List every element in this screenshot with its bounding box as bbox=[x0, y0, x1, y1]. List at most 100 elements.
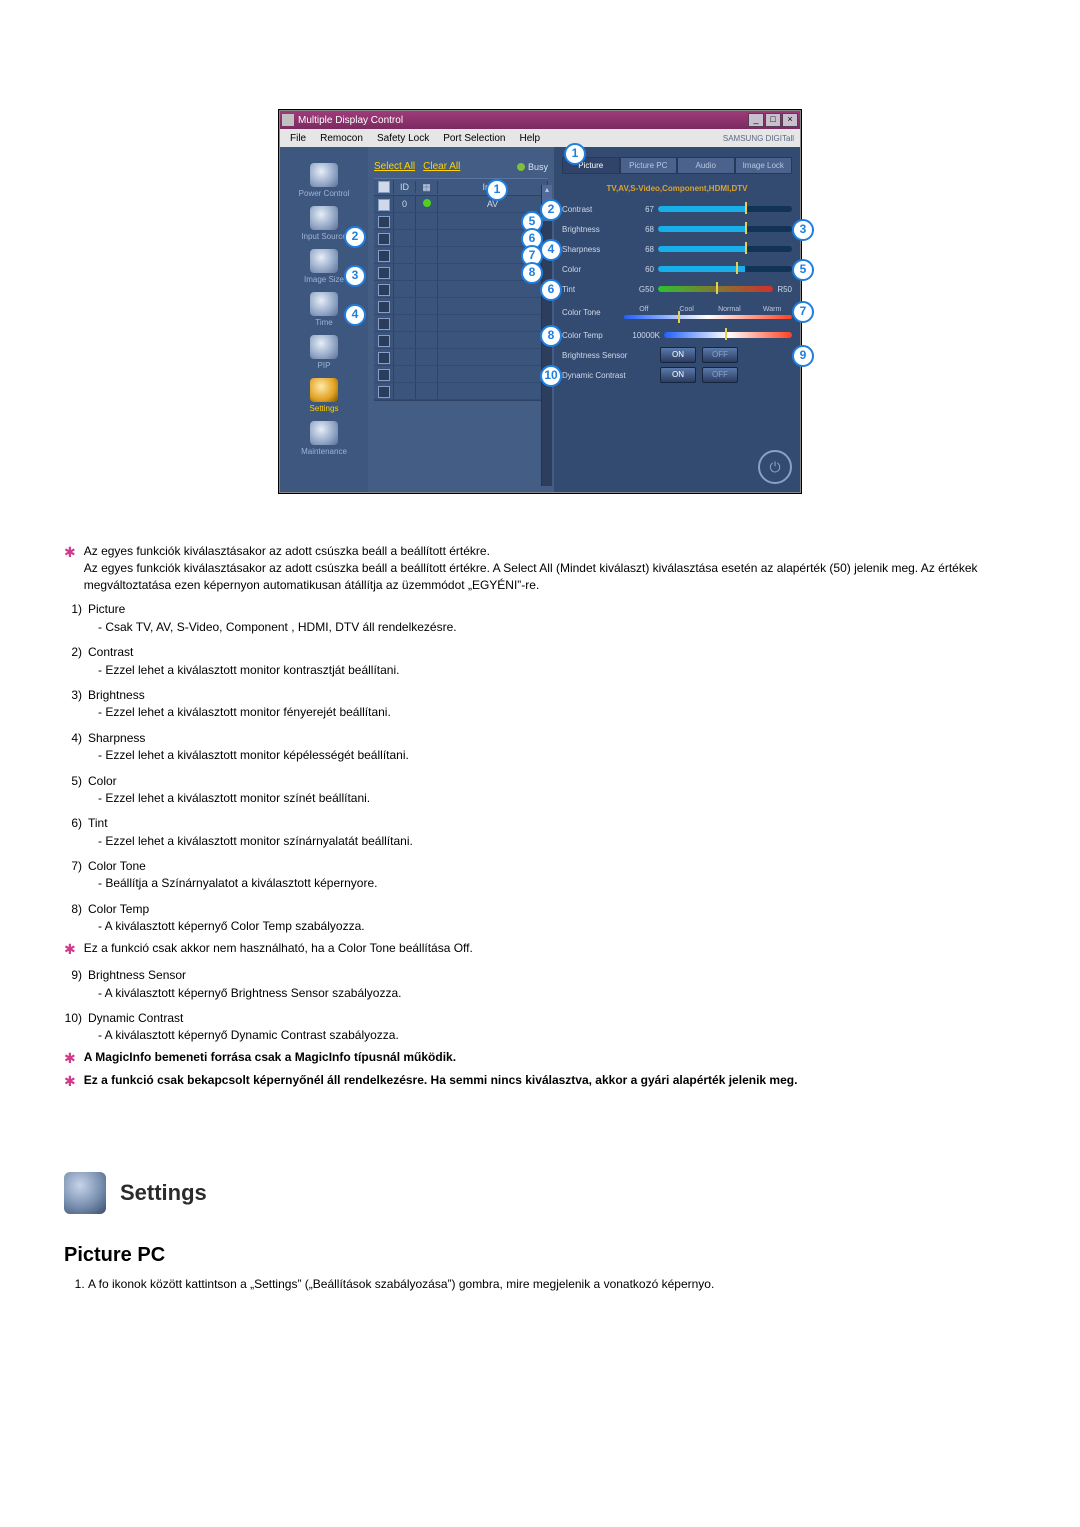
list-number: 1) bbox=[64, 601, 82, 636]
list-body: Brightness Sensor- A kiválasztott képern… bbox=[88, 967, 1016, 1002]
list-body: Picture- Csak TV, AV, S-Video, Component… bbox=[88, 601, 1016, 636]
brand-label: SAMSUNG DIGITall bbox=[723, 134, 800, 143]
table-row[interactable]: 7 bbox=[374, 247, 548, 264]
close-button[interactable]: × bbox=[782, 113, 798, 127]
callout-5: 5 bbox=[792, 259, 814, 281]
dynamic-contrast-off[interactable]: OFF bbox=[702, 367, 738, 383]
row-checkbox[interactable] bbox=[378, 318, 390, 330]
contrast-label: Contrast bbox=[562, 205, 620, 214]
color-slider[interactable] bbox=[658, 266, 792, 272]
table-row[interactable]: 8 bbox=[374, 264, 548, 281]
menu-remocon[interactable]: Remocon bbox=[314, 133, 369, 144]
callout-4a: 4 bbox=[344, 304, 366, 326]
tone-warm[interactable]: Warm bbox=[752, 306, 792, 313]
menu-port-selection[interactable]: Port Selection bbox=[437, 133, 511, 144]
list-desc: - Ezzel lehet a kiválasztott monitor szí… bbox=[98, 833, 1016, 850]
sidebar-item-settings[interactable]: Settings bbox=[286, 376, 362, 417]
table-row[interactable]: 0 AV bbox=[374, 196, 548, 213]
row-checkbox[interactable] bbox=[378, 216, 390, 228]
callout-6: 6 bbox=[540, 279, 562, 301]
menubar: File Remocon Safety Lock Port Selection … bbox=[280, 129, 800, 147]
list-number: 9) bbox=[64, 967, 82, 1002]
row-checkbox[interactable] bbox=[378, 301, 390, 313]
sharpness-value: 68 bbox=[624, 245, 654, 254]
settings-icon bbox=[310, 378, 338, 402]
input-icon bbox=[310, 206, 338, 230]
list-number: 2) bbox=[64, 644, 82, 679]
row-checkbox[interactable] bbox=[378, 250, 390, 262]
color-tone-slider[interactable] bbox=[624, 315, 792, 319]
list-number: 5) bbox=[64, 773, 82, 808]
contrast-slider[interactable] bbox=[658, 206, 792, 212]
tone-off[interactable]: Off bbox=[624, 306, 664, 313]
dynamic-contrast-on[interactable]: ON bbox=[660, 367, 696, 383]
sidebar-item-power[interactable]: Power Control bbox=[286, 161, 362, 202]
brightness-sensor-off[interactable]: OFF bbox=[702, 347, 738, 363]
table-row[interactable] bbox=[374, 366, 548, 383]
list-desc: - Ezzel lehet a kiválasztott monitor szí… bbox=[98, 790, 1016, 807]
brightness-slider[interactable] bbox=[658, 226, 792, 232]
maximize-button[interactable]: □ bbox=[765, 113, 781, 127]
settings-heading: Settings bbox=[64, 1172, 1016, 1214]
sidebar: Power Control Input Source 2 Image Size … bbox=[280, 147, 368, 492]
power-icon bbox=[310, 163, 338, 187]
tone-normal[interactable]: Normal bbox=[710, 306, 750, 313]
tone-cool[interactable]: Cool bbox=[667, 306, 707, 313]
tint-slider[interactable] bbox=[658, 286, 773, 292]
row-checkbox[interactable] bbox=[378, 199, 390, 211]
table-row[interactable] bbox=[374, 315, 548, 332]
row-checkbox[interactable] bbox=[378, 335, 390, 347]
row-checkbox[interactable] bbox=[378, 386, 390, 398]
row-checkbox[interactable] bbox=[378, 369, 390, 381]
scroll-up-icon[interactable]: ▴ bbox=[542, 185, 552, 195]
minimize-button[interactable]: _ bbox=[748, 113, 764, 127]
brightness-sensor-on[interactable]: ON bbox=[660, 347, 696, 363]
row-checkbox[interactable] bbox=[378, 233, 390, 245]
color-tone-label: Color Tone bbox=[562, 308, 620, 317]
color-temp-value: 10000K bbox=[624, 331, 660, 340]
tab-image-lock[interactable]: Image Lock bbox=[735, 157, 793, 174]
menu-safety-lock[interactable]: Safety Lock bbox=[371, 133, 435, 144]
brightness-value: 68 bbox=[624, 225, 654, 234]
table-row[interactable] bbox=[374, 332, 548, 349]
header-checkbox[interactable]: ✓ bbox=[378, 181, 390, 193]
row-checkbox[interactable] bbox=[378, 267, 390, 279]
list-number: 10) bbox=[64, 1010, 82, 1045]
callout-8: 8 bbox=[540, 325, 562, 347]
table-row[interactable] bbox=[374, 349, 548, 366]
sidebar-item-input[interactable]: Input Source 2 bbox=[286, 204, 362, 245]
list-desc: - A kiválasztott képernyő Brightness Sen… bbox=[98, 985, 1016, 1002]
grid-body: 0 AV 5 6 7 8 bbox=[374, 196, 548, 401]
window-buttons: _ □ × bbox=[748, 113, 798, 127]
grid-header: ✓ ID ▦ Input bbox=[374, 178, 548, 196]
tab-audio[interactable]: Audio bbox=[677, 157, 735, 174]
maintenance-icon bbox=[310, 421, 338, 445]
tab-picture-pc[interactable]: Picture PC bbox=[620, 157, 678, 174]
table-row[interactable]: 5 bbox=[374, 213, 548, 230]
star-icon: ✱ bbox=[64, 1049, 76, 1069]
table-row[interactable] bbox=[374, 281, 548, 298]
list-item: 5)Color- Ezzel lehet a kiválasztott moni… bbox=[64, 773, 1016, 808]
menu-help[interactable]: Help bbox=[513, 133, 546, 144]
star-icon: ✱ bbox=[64, 940, 76, 960]
row-checkbox[interactable] bbox=[378, 284, 390, 296]
sidebar-item-maintenance[interactable]: Maintenance bbox=[286, 419, 362, 460]
power-button-icon[interactable]: ⏻ bbox=[758, 450, 792, 484]
sidebar-label: Maintenance bbox=[301, 447, 347, 456]
menu-file[interactable]: File bbox=[284, 133, 312, 144]
sharpness-slider[interactable] bbox=[658, 246, 792, 252]
note-line-1: Az egyes funkciók kiválasztásakor az ado… bbox=[84, 543, 1016, 560]
sidebar-item-image-size[interactable]: Image Size 3 bbox=[286, 247, 362, 288]
sidebar-item-pip[interactable]: PIP bbox=[286, 333, 362, 374]
list-body: Sharpness- Ezzel lehet a kiválasztott mo… bbox=[88, 730, 1016, 765]
callout-4: 4 bbox=[540, 239, 562, 261]
row-checkbox[interactable] bbox=[378, 352, 390, 364]
callout-7: 7 bbox=[792, 301, 814, 323]
select-all-button[interactable]: Select All bbox=[374, 161, 415, 172]
clear-all-button[interactable]: Clear All bbox=[423, 161, 460, 172]
table-row[interactable] bbox=[374, 383, 548, 400]
table-row[interactable]: 6 bbox=[374, 230, 548, 247]
sidebar-item-time[interactable]: Time 4 bbox=[286, 290, 362, 331]
color-temp-slider[interactable] bbox=[664, 332, 792, 338]
table-row[interactable] bbox=[374, 298, 548, 315]
